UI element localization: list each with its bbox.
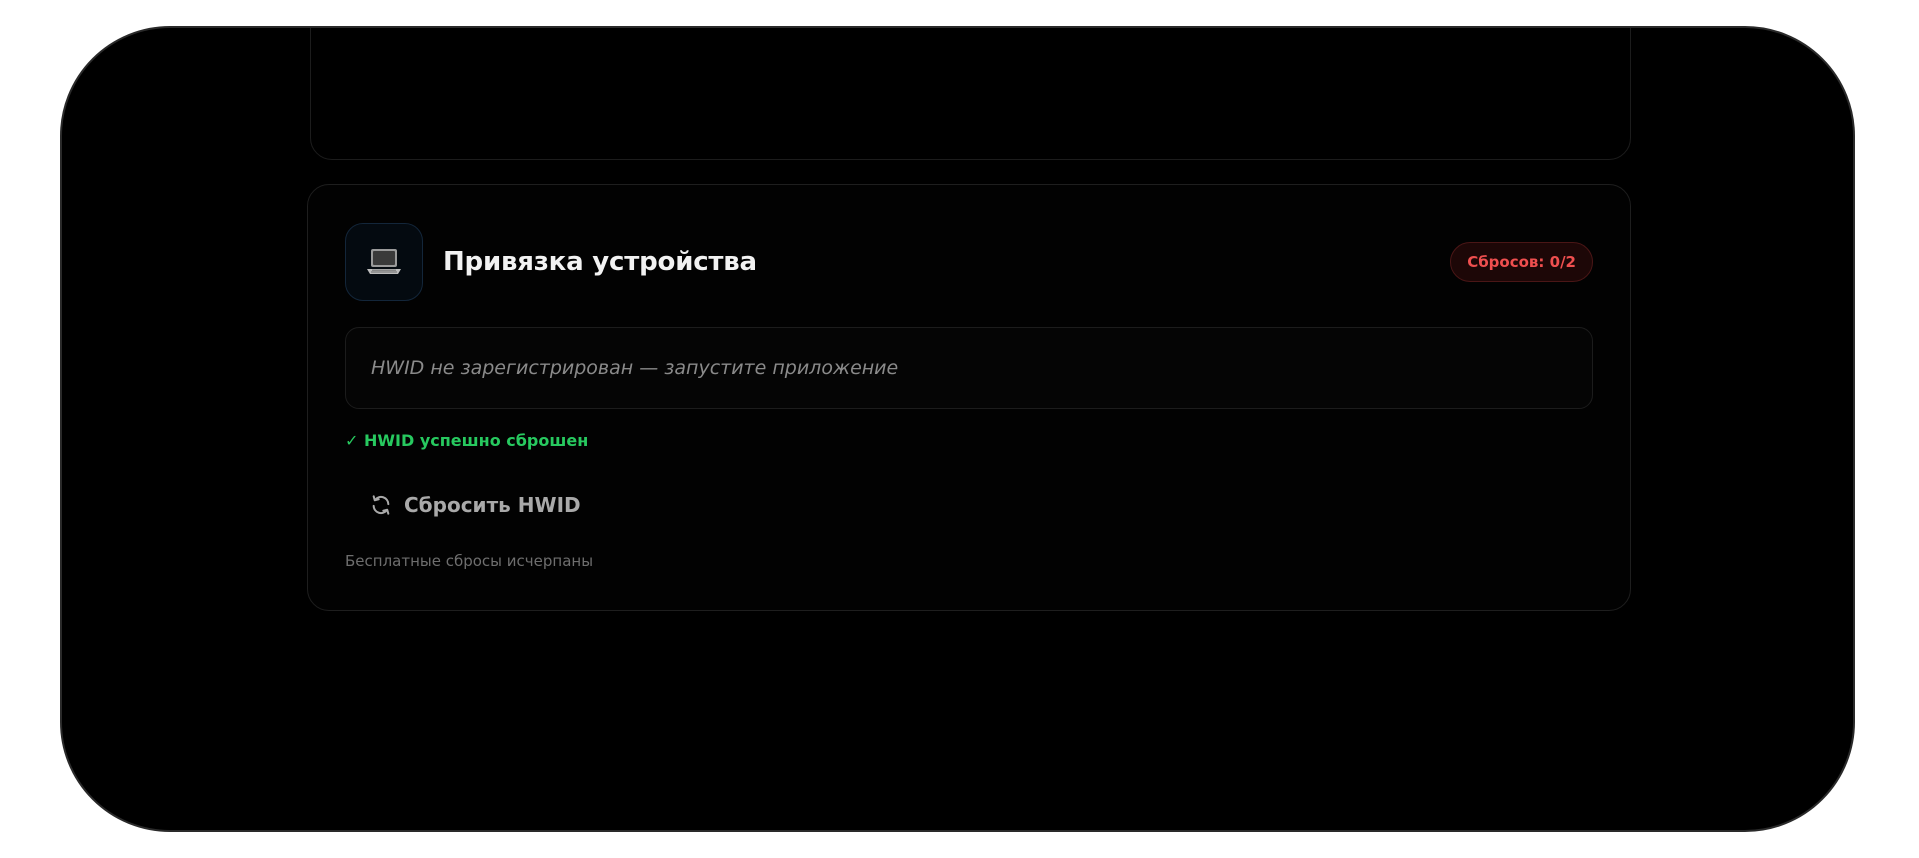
hwid-status-box: HWID не зарегистрирован — запустите прил…: [345, 327, 1593, 409]
laptop-icon: [345, 223, 423, 301]
success-message: ✓ HWID успешно сброшен: [345, 431, 589, 450]
resets-exhausted-note: Бесплатные сбросы исчерпаны: [345, 552, 594, 570]
card-header: Привязка устройства Сбросов: 0/2: [345, 222, 1593, 302]
device-binding-card: Привязка устройства Сбросов: 0/2 HWID не…: [307, 184, 1631, 611]
refresh-icon: [372, 495, 390, 515]
previous-card: [310, 28, 1631, 160]
reset-hwid-button[interactable]: Сбросить HWID: [345, 483, 606, 527]
hwid-status-text: HWID не зарегистрирован — запустите прил…: [371, 357, 899, 379]
card-title: Привязка устройства: [443, 247, 757, 277]
app-screen: Привязка устройства Сбросов: 0/2 HWID не…: [60, 26, 1855, 832]
reset-button-label: Сбросить HWID: [404, 493, 581, 517]
reset-count-badge: Сбросов: 0/2: [1450, 242, 1593, 282]
